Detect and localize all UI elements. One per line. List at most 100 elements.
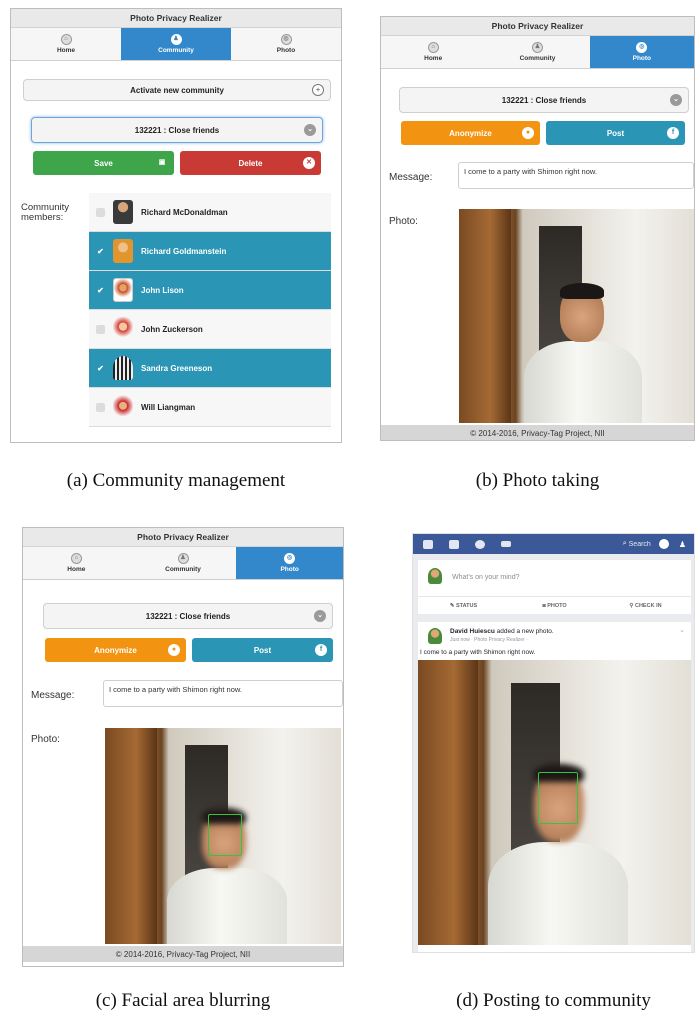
message-label: Message:: [31, 690, 75, 701]
footer: © 2014-2016, Privacy-Tag Project, NII: [23, 946, 343, 962]
chevron-down-icon: ⌄: [314, 610, 326, 622]
member-checkbox[interactable]: [96, 324, 105, 334]
member-row[interactable]: ✔ John Lison: [89, 271, 331, 310]
nav-tab-label: Photo: [276, 47, 296, 54]
nav-tab-home[interactable]: ⌂ Home: [381, 36, 485, 68]
status-action[interactable]: ✎ STATUS: [418, 597, 509, 614]
check-icon[interactable]: ✔: [96, 286, 105, 295]
post-label: Post: [606, 128, 625, 138]
community-select[interactable]: 132221 : Close friends ⌄: [43, 603, 333, 629]
nav-tab-community[interactable]: ♟ Community: [121, 28, 231, 60]
community-select[interactable]: 132221 : Close friends ⌄: [31, 117, 323, 143]
avatar: [428, 568, 442, 584]
community-select-value: 132221 : Close friends: [501, 95, 587, 105]
nav-tab-photo[interactable]: ◎ Photo: [231, 28, 341, 60]
search-label[interactable]: Search: [629, 541, 651, 548]
face-detection-box: [538, 772, 578, 824]
nav-tab-home[interactable]: ⌂ Home: [11, 28, 121, 60]
message-field[interactable]: I come to a party with Shimon right now.: [458, 162, 694, 189]
check-icon[interactable]: ✔: [96, 247, 105, 256]
post-author[interactable]: David Huiescu: [450, 628, 495, 635]
community-members-label: Community members:: [21, 202, 70, 223]
message-field[interactable]: I come to a party with Shimon right now.: [103, 680, 343, 707]
feed-post: David Huiescu added a new photo. Just no…: [418, 622, 691, 952]
nav-bar: ⌂ Home ♟ Community ◎ Photo: [381, 36, 694, 69]
chevron-down-icon[interactable]: ⌄: [679, 626, 685, 634]
photo-action-label: PHOTO: [547, 603, 567, 609]
photo-person-body: [524, 341, 642, 423]
member-row[interactable]: Will Liangman: [89, 388, 331, 427]
member-row[interactable]: ✔ Richard Goldmanstein: [89, 232, 331, 271]
photo-person-body: [167, 868, 287, 944]
photo-label: Photo:: [389, 216, 418, 227]
delete-label: Delete: [238, 158, 263, 168]
friend-requests-icon[interactable]: ♟: [679, 540, 686, 549]
nav-tab-label: Community: [519, 55, 556, 62]
post-button[interactable]: Post f: [546, 121, 685, 145]
photo-action[interactable]: ◙ PHOTO: [509, 597, 600, 614]
anonymize-label: Anonymize: [449, 128, 492, 138]
messenger-icon[interactable]: [658, 539, 669, 549]
member-checkbox[interactable]: [96, 207, 105, 217]
post-text: I come to a party with Shimon right now.: [420, 649, 536, 656]
save-icon: ▣: [158, 159, 166, 166]
friends-icon[interactable]: [449, 539, 459, 549]
post-photo[interactable]: [418, 660, 691, 945]
panel-face-blurring: Photo Privacy Realizer ⌂ Home ♟ Community …: [22, 527, 344, 967]
member-name: Richard McDonaldman: [141, 207, 228, 217]
status-input[interactable]: What's on your mind?: [452, 574, 519, 581]
caption-d: (d) Posting to community: [456, 990, 651, 1011]
camera-icon: ◎: [280, 34, 292, 45]
nav-tab-photo[interactable]: ◎ Photo: [236, 547, 343, 579]
anonymize-button[interactable]: Anonymize ●: [45, 638, 186, 662]
member-checkbox[interactable]: [96, 402, 105, 412]
chevron-down-icon: ⌄: [304, 124, 316, 136]
nav-tab-home[interactable]: ⌂ Home: [23, 547, 130, 579]
photo-person-body: [488, 842, 628, 945]
status-composer: What's on your mind? ✎ STATUS ◙ PHOTO ⚲ …: [418, 560, 691, 614]
app-title: Photo Privacy Realizer: [23, 528, 343, 547]
community-select-value: 132221 : Close friends: [134, 125, 220, 135]
nav-tab-community[interactable]: ♟ Community: [485, 36, 589, 68]
checkin-action[interactable]: ⚲ CHECK IN: [600, 597, 691, 614]
avatar: [113, 395, 133, 419]
nav-tab-community[interactable]: ♟ Community: [130, 547, 237, 579]
news-feed-icon[interactable]: [423, 539, 433, 549]
camera-icon: ◎: [636, 42, 648, 53]
nav-tab-label: Community: [165, 566, 201, 573]
post-button[interactable]: Post f: [192, 638, 333, 662]
facebook-icon: f: [667, 127, 679, 139]
search-icon[interactable]: ⌕: [623, 540, 627, 548]
member-row[interactable]: John Zuckerson: [89, 310, 331, 349]
gear-icon: ●: [522, 127, 534, 139]
save-button[interactable]: Save ▣: [33, 151, 174, 175]
photo-door: [459, 209, 511, 423]
post-meta: Just now · Photo Privacy Realizer ·: [450, 637, 528, 643]
nav-tab-label: Community: [158, 47, 194, 54]
home-icon: ⌂: [70, 553, 82, 564]
status-action-label: STATUS: [455, 603, 478, 609]
checkin-action-label: CHECK IN: [634, 603, 662, 609]
photo-label: Photo:: [31, 734, 60, 745]
caption-a: (a) Community management: [66, 470, 286, 491]
anonymize-button[interactable]: Anonymize ●: [401, 121, 540, 145]
globe-icon[interactable]: [475, 539, 485, 549]
photo-door: [105, 728, 157, 944]
community-select[interactable]: 132221 : Close friends ⌄: [399, 87, 689, 113]
nav-tab-label: Home: [424, 55, 443, 62]
activate-community-button[interactable]: Activate new community +: [23, 79, 331, 101]
member-name: Sandra Greeneson: [141, 363, 213, 373]
member-name: Will Liangman: [141, 402, 196, 412]
check-icon[interactable]: ✔: [96, 364, 105, 373]
post-label: Post: [253, 645, 272, 655]
panel-photo-taking: Photo Privacy Realizer ⌂ Home ♟ Community …: [380, 16, 695, 441]
face-detection-box: [208, 814, 242, 856]
member-row[interactable]: Richard McDonaldman: [89, 193, 331, 232]
delete-button[interactable]: Delete ✕: [180, 151, 321, 175]
community-icon: ♟: [170, 34, 182, 45]
member-row[interactable]: ✔ Sandra Greeneson: [89, 349, 331, 388]
caption-b: (b) Photo taking: [475, 470, 600, 491]
menu-icon[interactable]: [501, 541, 511, 547]
nav-tab-photo[interactable]: ◎ Photo: [589, 36, 694, 68]
member-name: John Zuckerson: [141, 324, 203, 334]
